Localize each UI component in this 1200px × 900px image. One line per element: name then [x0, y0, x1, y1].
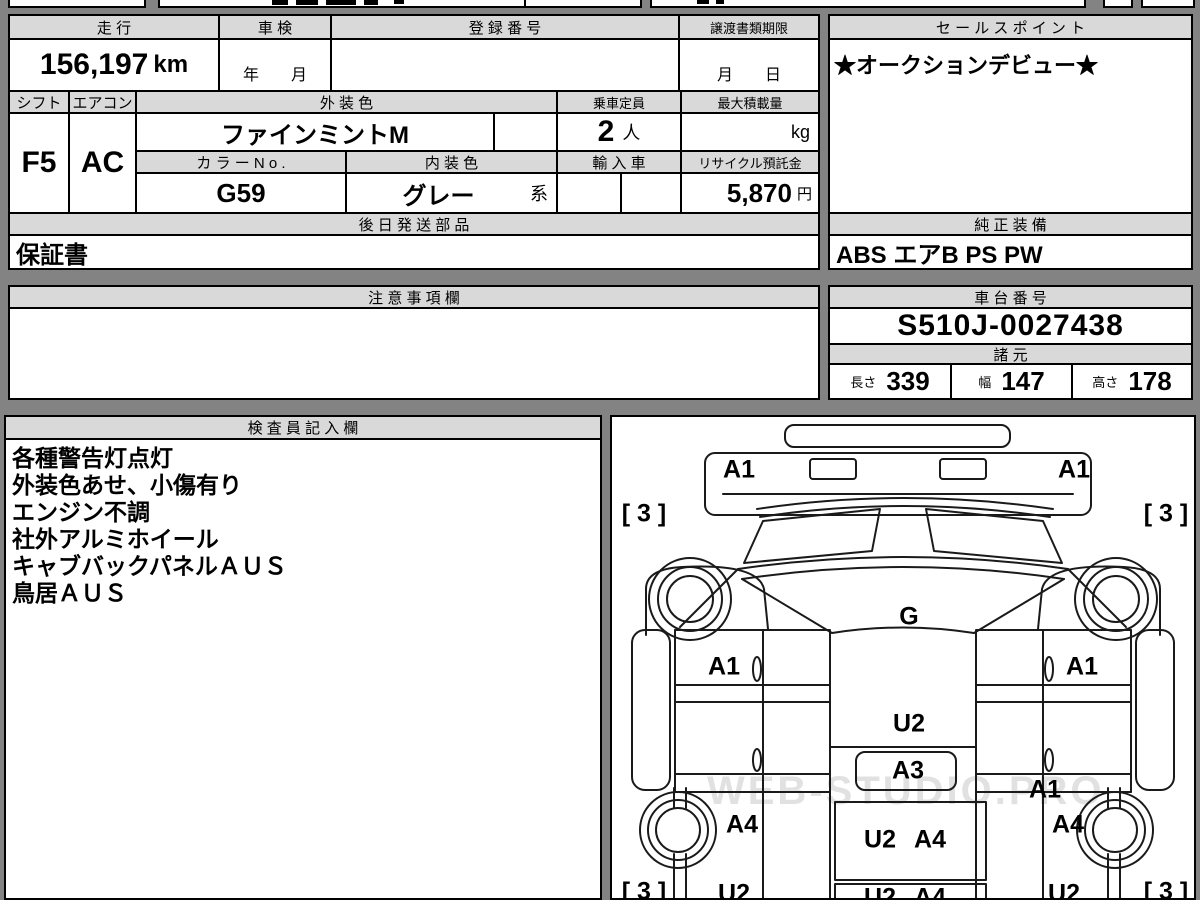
auction-sheet: 走 行 車 検 登 録 番 号 譲渡書類期限 156,197 km 年 月 月 日… — [0, 0, 1200, 900]
damage-label-front-bumper-right: A1 — [1058, 455, 1090, 484]
import-header: 輸 入 車 — [556, 150, 682, 174]
damage-label-tail-u2: U2 — [864, 883, 896, 900]
chassis-value: S510J-0027438 — [828, 307, 1193, 345]
registration-value — [330, 38, 680, 92]
cropped-cell — [1103, 0, 1133, 8]
cropped-cell — [8, 0, 146, 8]
damage-label-front-bumper-left: A1 — [723, 455, 755, 484]
import-cell-1 — [556, 172, 622, 214]
exterior-color-header: 外 装 色 — [135, 90, 558, 114]
damage-label-cab-back-u2: U2 — [893, 709, 925, 738]
recycle-deposit-value: 5,870 円 — [680, 172, 820, 214]
chassis-header: 車 台 番 号 — [828, 285, 1193, 309]
transfer-deadline-value: 月 日 — [678, 38, 820, 92]
later-parts-header: 後 日 発 送 部 品 — [8, 212, 820, 236]
registration-header: 登 録 番 号 — [330, 14, 680, 40]
inspector-line: キャブバックパネルＡＵＳ — [12, 553, 287, 579]
aircon-value: AC — [68, 112, 137, 214]
cropped-cell — [1141, 0, 1195, 8]
damage-label-door-right-a1: A1 — [1066, 652, 1098, 681]
transfer-deadline-header: 譲渡書類期限 — [678, 14, 820, 40]
exterior-color-sub-cell — [493, 112, 558, 152]
max-load-header: 最大積載量 — [680, 90, 820, 114]
recycle-deposit-header: リサイクル預託金 — [680, 150, 820, 174]
damage-label-front-tire-right: [ 3 ] — [1143, 499, 1189, 528]
damage-label-rear-wheel-right-a4: A4 — [1052, 810, 1084, 839]
inspector-line: 各種警告灯点灯 — [12, 445, 173, 471]
sales-point-block: セ ー ル ス ポ イ ン ト ★オークションデビュー★ 純 正 装 備 ABS… — [828, 14, 1193, 270]
damage-label-rear-tire-right: [ 3 ] — [1143, 877, 1189, 900]
capacity-header: 乗車定員 — [556, 90, 682, 114]
color-no-header: カ ラ ー N o . — [135, 150, 347, 174]
interior-color-value: グレー 系 — [345, 172, 558, 214]
mileage-value: 156,197 km — [8, 38, 220, 92]
damage-label-windshield-g: G — [899, 602, 919, 631]
damage-label-bed-center-a4: A4 — [914, 825, 946, 854]
cropped-cell — [524, 0, 642, 8]
notes-body — [8, 307, 820, 400]
color-no-value: G59 — [135, 172, 347, 214]
inspection-header: 車 検 — [218, 14, 332, 40]
damage-label-front-tire-left: [ 3 ] — [621, 499, 667, 528]
damage-label-door-left-a1: A1 — [708, 652, 740, 681]
info-table: 走 行 車 検 登 録 番 号 譲渡書類期限 156,197 km 年 月 月 日… — [8, 14, 820, 270]
chassis-block: 車 台 番 号 S510J-0027438 諸 元 長さ 339 幅 147 高さ 1… — [828, 285, 1193, 400]
truck-outline-drawing — [631, 424, 1175, 898]
inspector-header: 検 査 員 記 入 欄 — [4, 415, 602, 440]
inspection-value: 年 月 — [218, 38, 332, 92]
spec-length: 長さ 339 — [828, 363, 952, 400]
inspector-line: エンジン不調 — [12, 499, 150, 525]
damage-label-cab-back-a3: A3 — [892, 756, 924, 785]
shift-header: シフト — [8, 90, 70, 114]
mileage-header: 走 行 — [8, 14, 220, 40]
inspector-line: 外装色あせ、小傷有り — [12, 472, 242, 498]
notes-block: 注 意 事 項 欄 — [8, 285, 820, 400]
damage-label-bed-center-u2: U2 — [864, 825, 896, 854]
damage-label-rear-wheel-left-a4: A4 — [726, 810, 758, 839]
import-cell-2 — [620, 172, 682, 214]
sales-point-value: ★オークションデビュー★ — [828, 38, 1193, 214]
damage-label-rear-left-u2: U2 — [718, 879, 750, 900]
spec-width: 幅 147 — [950, 363, 1073, 400]
damage-diagram: WEB-STUDIO.PRO A1 A1 [3] [3] G A1 A1… — [610, 415, 1196, 900]
genuine-equipment-value: ABS エアB PS PW — [828, 234, 1193, 270]
inspector-line: 社外アルミホイール — [12, 526, 219, 552]
interior-color-header: 内 装 色 — [345, 150, 558, 174]
inspector-body: 各種警告灯点灯 外装色あせ、小傷有り エンジン不調 社外アルミホイール キャブバ… — [4, 438, 602, 900]
shift-value: F5 — [8, 112, 70, 214]
capacity-value: 2人 — [556, 112, 682, 152]
inspector-line: 鳥居ＡＵＳ — [12, 580, 127, 606]
specs-header: 諸 元 — [828, 343, 1193, 365]
damage-label-rear-tire-left: [ 3 ] — [621, 877, 667, 900]
inspector-block: 検 査 員 記 入 欄 各種警告灯点灯 外装色あせ、小傷有り エンジン不調 社外… — [4, 415, 602, 900]
exterior-color-value: ファインミントM — [135, 112, 495, 152]
notes-header: 注 意 事 項 欄 — [8, 285, 820, 309]
spec-height: 高さ 178 — [1071, 363, 1193, 400]
sales-point-header: セ ー ル ス ポ イ ン ト — [828, 14, 1193, 40]
damage-label-rear-right-u2: U2 — [1048, 879, 1080, 900]
aircon-header: エアコン — [68, 90, 137, 114]
later-parts-value: 保証書 — [8, 234, 820, 270]
damage-label-bed-right-a1: A1 — [1029, 775, 1061, 804]
genuine-equipment-header: 純 正 装 備 — [828, 212, 1193, 236]
max-load-value: kg — [680, 112, 820, 152]
damage-label-tail-a4: A4 — [914, 883, 946, 900]
